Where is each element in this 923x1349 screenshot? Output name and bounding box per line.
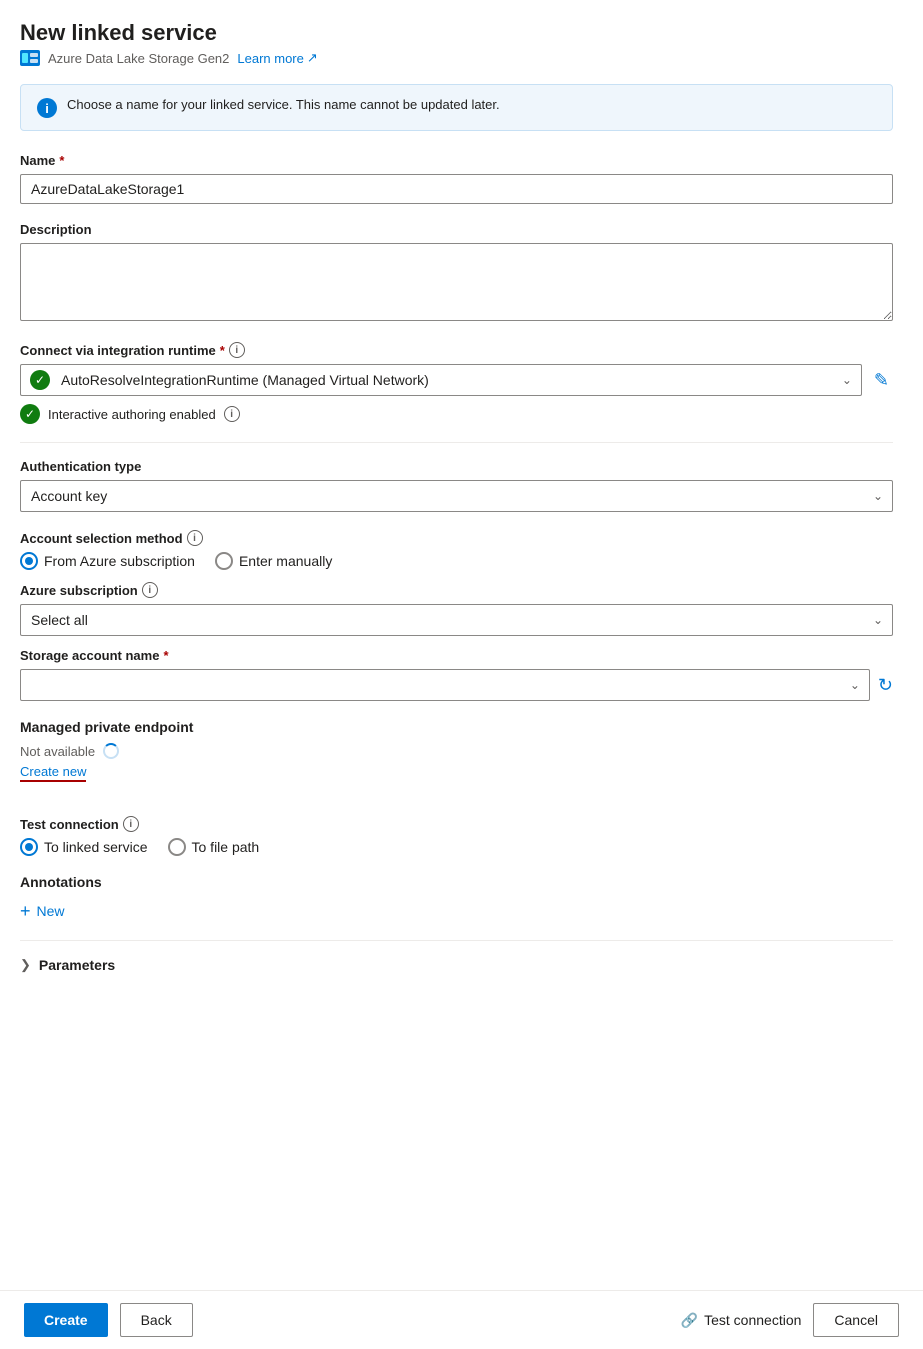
- radio-to-linked[interactable]: To linked service: [20, 838, 148, 856]
- radio-to-file-path-circle: [168, 838, 186, 856]
- auth-type-dropdown: Account key Service Principal Managed Id…: [20, 480, 893, 512]
- radio-enter-manually-circle: [215, 552, 233, 570]
- radio-from-azure[interactable]: From Azure subscription: [20, 552, 195, 570]
- runtime-check-icon: ✓: [30, 370, 50, 390]
- footer-bar: Create Back 🔗 Test connection Cancel: [0, 1290, 923, 1349]
- integration-runtime-label: Connect via integration runtime * i: [20, 342, 893, 358]
- account-selection-section: Account selection method i From Azure su…: [20, 530, 893, 701]
- info-text: Choose a name for your linked service. T…: [67, 97, 500, 112]
- create-new-link[interactable]: Create new: [20, 764, 86, 782]
- test-connection-label: Test connection i: [20, 816, 893, 832]
- integration-runtime-dropdown-wrapper: ✓ AutoResolveIntegrationRuntime (Managed…: [20, 364, 862, 396]
- auth-type-select[interactable]: Account key Service Principal Managed Id…: [20, 480, 893, 512]
- parameters-section[interactable]: ❯ Parameters: [20, 957, 893, 973]
- name-required: *: [59, 153, 64, 168]
- storage-account-row: ⌄ ↻: [20, 669, 893, 701]
- plus-icon: +: [20, 902, 31, 920]
- add-annotation-button[interactable]: + New: [20, 898, 65, 924]
- test-connection-icon: 🔗: [681, 1312, 698, 1329]
- storage-account-dropdown: ⌄: [20, 669, 870, 701]
- page-title: New linked service: [20, 20, 893, 46]
- info-icon: i: [37, 98, 57, 118]
- azure-subscription-dropdown: Select all ⌄: [20, 604, 893, 636]
- interactive-authoring-row: ✓ Interactive authoring enabled i: [20, 404, 893, 424]
- test-connection-radio-group: To linked service To file path: [20, 838, 893, 856]
- description-input[interactable]: [20, 243, 893, 321]
- footer-right: 🔗 Test connection Cancel: [681, 1303, 899, 1337]
- loading-icon: [103, 743, 119, 759]
- managed-private-endpoint-label: Managed private endpoint: [20, 719, 893, 735]
- radio-enter-manually[interactable]: Enter manually: [215, 552, 332, 570]
- divider-1: [20, 442, 893, 443]
- description-section: Description: [20, 222, 893, 324]
- storage-account-refresh-icon[interactable]: ↻: [878, 675, 893, 696]
- footer-left: Create Back: [24, 1303, 193, 1337]
- test-connection-footer-label: Test connection: [704, 1312, 801, 1328]
- name-input[interactable]: [20, 174, 893, 204]
- name-section: Name *: [20, 153, 893, 204]
- integration-runtime-row: ✓ AutoResolveIntegrationRuntime (Managed…: [20, 364, 893, 396]
- description-label: Description: [20, 222, 893, 237]
- azure-subscription-select[interactable]: Select all: [20, 604, 893, 636]
- edit-runtime-icon[interactable]: ✎: [870, 366, 893, 395]
- annotations-label: Annotations: [20, 874, 893, 890]
- divider-2: [20, 940, 893, 941]
- integration-runtime-section: Connect via integration runtime * i ✓ Au…: [20, 342, 893, 424]
- learn-more-link[interactable]: Learn more ↗: [237, 50, 317, 66]
- integration-runtime-dropdown-container: ✓ AutoResolveIntegrationRuntime (Managed…: [20, 364, 862, 396]
- integration-runtime-select[interactable]: AutoResolveIntegrationRuntime (Managed V…: [20, 364, 862, 396]
- not-available-row: Not available: [20, 743, 893, 759]
- account-selection-label: Account selection method i: [20, 530, 893, 546]
- radio-from-azure-circle: [20, 552, 38, 570]
- subtitle-row: Azure Data Lake Storage Gen2 Learn more …: [20, 50, 893, 66]
- test-connection-info-icon[interactable]: i: [123, 816, 139, 832]
- auth-type-section: Authentication type Account key Service …: [20, 459, 893, 512]
- cancel-button[interactable]: Cancel: [813, 1303, 899, 1337]
- interactive-authoring-check-icon: ✓: [20, 404, 40, 424]
- test-connection-section: Test connection i To linked service To f…: [20, 816, 893, 856]
- annotations-section: Annotations + New: [20, 874, 893, 924]
- parameters-label: Parameters: [39, 957, 115, 973]
- info-banner: i Choose a name for your linked service.…: [20, 84, 893, 131]
- back-button[interactable]: Back: [120, 1303, 193, 1337]
- radio-to-file-path[interactable]: To file path: [168, 838, 260, 856]
- radio-enter-manually-label: Enter manually: [239, 553, 332, 569]
- storage-account-select[interactable]: [20, 669, 870, 701]
- auth-type-label: Authentication type: [20, 459, 893, 474]
- storage-account-label: Storage account name *: [20, 648, 893, 663]
- subtitle-text: Azure Data Lake Storage Gen2: [48, 51, 229, 66]
- interactive-authoring-info-icon[interactable]: i: [224, 406, 240, 422]
- radio-to-linked-label: To linked service: [44, 839, 148, 855]
- name-label: Name *: [20, 153, 893, 168]
- radio-to-file-path-label: To file path: [192, 839, 260, 855]
- account-selection-info-icon[interactable]: i: [187, 530, 203, 546]
- test-connection-button[interactable]: 🔗 Test connection: [681, 1312, 802, 1329]
- azure-subscription-label: Azure subscription i: [20, 582, 893, 598]
- not-available-text: Not available: [20, 744, 95, 759]
- external-link-icon: ↗: [307, 50, 318, 66]
- managed-private-endpoint-section: Managed private endpoint Not available C…: [20, 719, 893, 798]
- add-annotation-label: New: [37, 903, 65, 919]
- interactive-authoring-label: Interactive authoring enabled: [48, 407, 216, 422]
- radio-to-linked-circle: [20, 838, 38, 856]
- radio-from-azure-label: From Azure subscription: [44, 553, 195, 569]
- azure-subscription-info-icon[interactable]: i: [142, 582, 158, 598]
- account-selection-radio-group: From Azure subscription Enter manually: [20, 552, 893, 570]
- integration-runtime-info-icon[interactable]: i: [229, 342, 245, 358]
- green-check-icon: ✓: [30, 370, 50, 390]
- adls-icon: [20, 50, 40, 66]
- parameters-chevron-icon: ❯: [20, 957, 31, 973]
- create-button[interactable]: Create: [24, 1303, 108, 1337]
